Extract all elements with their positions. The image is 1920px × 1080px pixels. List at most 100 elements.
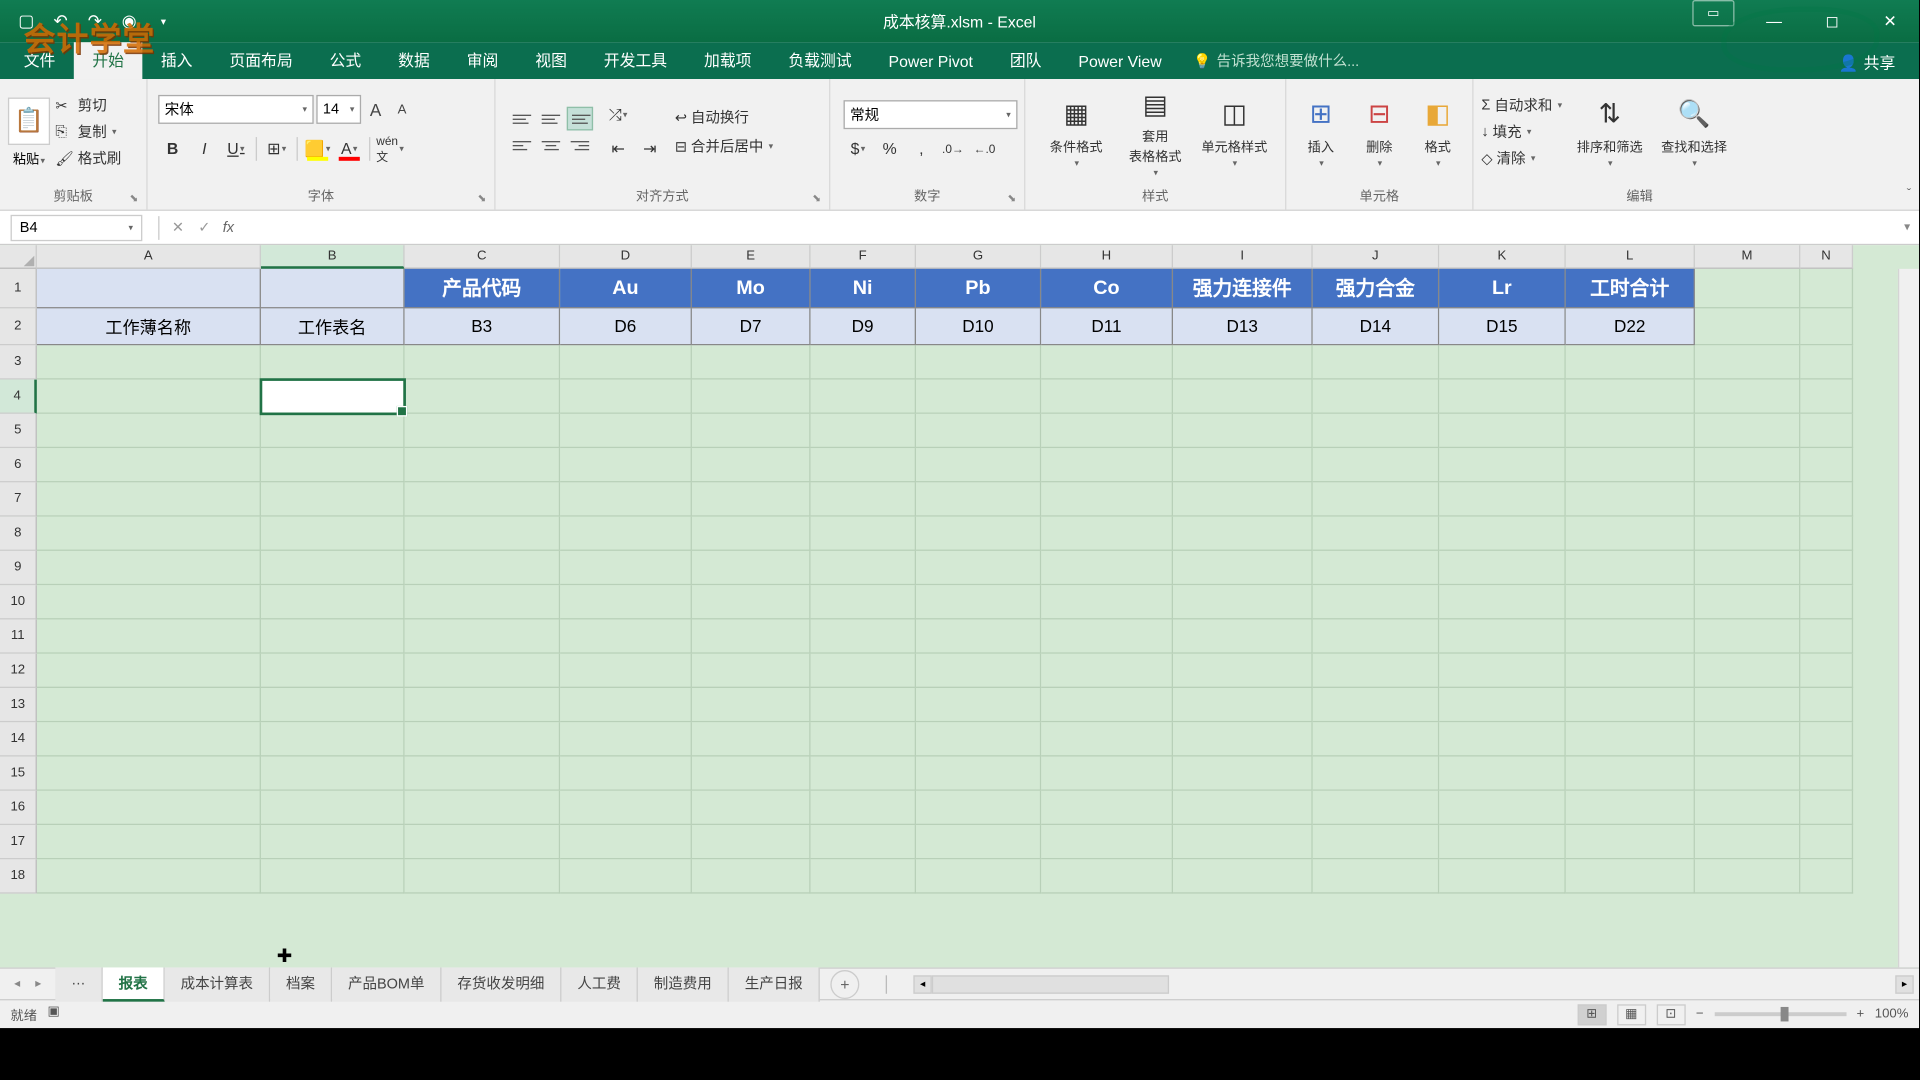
column-header-A[interactable]: A <box>37 245 261 269</box>
tab-review[interactable]: 审阅 <box>448 41 517 79</box>
cell-E1[interactable]: Mo <box>692 269 811 309</box>
column-header-H[interactable]: H <box>1041 245 1173 269</box>
cell-A17[interactable] <box>37 825 261 859</box>
cell-I15[interactable] <box>1173 757 1313 791</box>
orientation-button[interactable]: ⤮▾ <box>604 100 633 129</box>
cell-L15[interactable] <box>1566 757 1695 791</box>
font-size-dropdown[interactable]: 14▾ <box>316 95 361 124</box>
fill-button[interactable]: ↓填充▾ <box>1481 120 1562 144</box>
cell-K18[interactable] <box>1439 859 1566 893</box>
cell-F13[interactable] <box>811 688 916 722</box>
cell-B4[interactable] <box>261 380 405 414</box>
font-launcher-icon[interactable]: ⬊ <box>478 192 487 204</box>
cell-B18[interactable] <box>261 859 405 893</box>
cell-L11[interactable] <box>1566 619 1695 653</box>
cell-C6[interactable] <box>405 448 561 482</box>
cell-M5[interactable] <box>1695 414 1800 448</box>
column-header-L[interactable]: L <box>1566 245 1695 269</box>
cell-I14[interactable] <box>1173 722 1313 756</box>
comma-button[interactable]: , <box>907 134 936 163</box>
cell-F5[interactable] <box>811 414 916 448</box>
decrease-indent-icon[interactable]: ⇤ <box>604 134 633 163</box>
cell-N14[interactable] <box>1800 722 1853 756</box>
cell-K12[interactable] <box>1439 654 1566 688</box>
cell-E4[interactable] <box>692 380 811 414</box>
cell-A15[interactable] <box>37 757 261 791</box>
vertical-scrollbar[interactable] <box>1898 269 1919 968</box>
cell-F9[interactable] <box>811 551 916 585</box>
cell-K14[interactable] <box>1439 722 1566 756</box>
cell-F3[interactable] <box>811 345 916 379</box>
grow-font-icon[interactable]: A <box>364 98 388 122</box>
delete-cells-button[interactable]: ⊟删除▾ <box>1353 93 1406 171</box>
tab-layout[interactable]: 页面布局 <box>211 41 311 79</box>
cell-D6[interactable] <box>560 448 692 482</box>
cell-J5[interactable] <box>1313 414 1440 448</box>
cell-B5[interactable] <box>261 414 405 448</box>
cell-H17[interactable] <box>1041 825 1173 859</box>
cell-M9[interactable] <box>1695 551 1800 585</box>
cell-H2[interactable]: D11 <box>1041 308 1173 345</box>
phonetic-button[interactable]: wén文▾ <box>376 134 405 163</box>
cell-H15[interactable] <box>1041 757 1173 791</box>
cell-B14[interactable] <box>261 722 405 756</box>
cell-E13[interactable] <box>692 688 811 722</box>
tab-insert[interactable]: 插入 <box>142 41 211 79</box>
row-header-18[interactable]: 18 <box>0 859 37 893</box>
cell-D3[interactable] <box>560 345 692 379</box>
bold-button[interactable]: B <box>158 134 187 163</box>
cell-E15[interactable] <box>692 757 811 791</box>
number-launcher-icon[interactable]: ⬊ <box>1007 192 1016 204</box>
cell-L17[interactable] <box>1566 825 1695 859</box>
cell-J6[interactable] <box>1313 448 1440 482</box>
cell-C7[interactable] <box>405 482 561 516</box>
tab-formulas[interactable]: 公式 <box>311 41 380 79</box>
sheet-nav-first-icon[interactable]: ◂ <box>8 975 26 993</box>
hscroll-track[interactable] <box>932 975 1169 993</box>
cell-N16[interactable] <box>1800 791 1853 825</box>
macro-record-icon[interactable]: ▣ <box>47 1004 59 1024</box>
cell-I6[interactable] <box>1173 448 1313 482</box>
cell-B3[interactable] <box>261 345 405 379</box>
cell-B10[interactable] <box>261 585 405 619</box>
sheet-tab-…[interactable]: … <box>55 967 102 1001</box>
cell-K3[interactable] <box>1439 345 1566 379</box>
cell-I2[interactable]: D13 <box>1173 308 1313 345</box>
hscroll-left-icon[interactable]: ◂ <box>913 975 931 993</box>
page-layout-view-icon[interactable]: ▦ <box>1617 1004 1646 1025</box>
row-header-15[interactable]: 15 <box>0 757 37 791</box>
column-header-I[interactable]: I <box>1173 245 1313 269</box>
find-select-button[interactable]: 🔍查找和选择▾ <box>1657 93 1731 171</box>
cell-K8[interactable] <box>1439 517 1566 551</box>
cell-D1[interactable]: Au <box>560 269 692 309</box>
cell-D10[interactable] <box>560 585 692 619</box>
shrink-font-icon[interactable]: A <box>390 98 414 122</box>
column-header-N[interactable]: N <box>1800 245 1853 269</box>
tab-view[interactable]: 视图 <box>517 41 586 79</box>
cell-N13[interactable] <box>1800 688 1853 722</box>
cell-E17[interactable] <box>692 825 811 859</box>
cell-M16[interactable] <box>1695 791 1800 825</box>
cell-H9[interactable] <box>1041 551 1173 585</box>
zoom-out-icon[interactable]: − <box>1696 1007 1704 1021</box>
cell-C13[interactable] <box>405 688 561 722</box>
column-header-G[interactable]: G <box>916 245 1041 269</box>
cell-G16[interactable] <box>916 791 1041 825</box>
align-right-icon[interactable] <box>567 133 593 157</box>
cell-G11[interactable] <box>916 619 1041 653</box>
cell-A1[interactable] <box>37 269 261 309</box>
hscroll-right-icon[interactable]: ▸ <box>1895 975 1913 993</box>
cell-B12[interactable] <box>261 654 405 688</box>
cell-H10[interactable] <box>1041 585 1173 619</box>
row-header-4[interactable]: 4 <box>0 380 37 414</box>
cell-F15[interactable] <box>811 757 916 791</box>
cell-N6[interactable] <box>1800 448 1853 482</box>
cell-A4[interactable] <box>37 380 261 414</box>
cell-E6[interactable] <box>692 448 811 482</box>
font-name-dropdown[interactable]: 宋体▾ <box>158 95 314 124</box>
cell-H1[interactable]: Co <box>1041 269 1173 309</box>
cell-K7[interactable] <box>1439 482 1566 516</box>
cell-H7[interactable] <box>1041 482 1173 516</box>
cell-G6[interactable] <box>916 448 1041 482</box>
share-button[interactable]: 👤共享 <box>1828 46 1906 79</box>
